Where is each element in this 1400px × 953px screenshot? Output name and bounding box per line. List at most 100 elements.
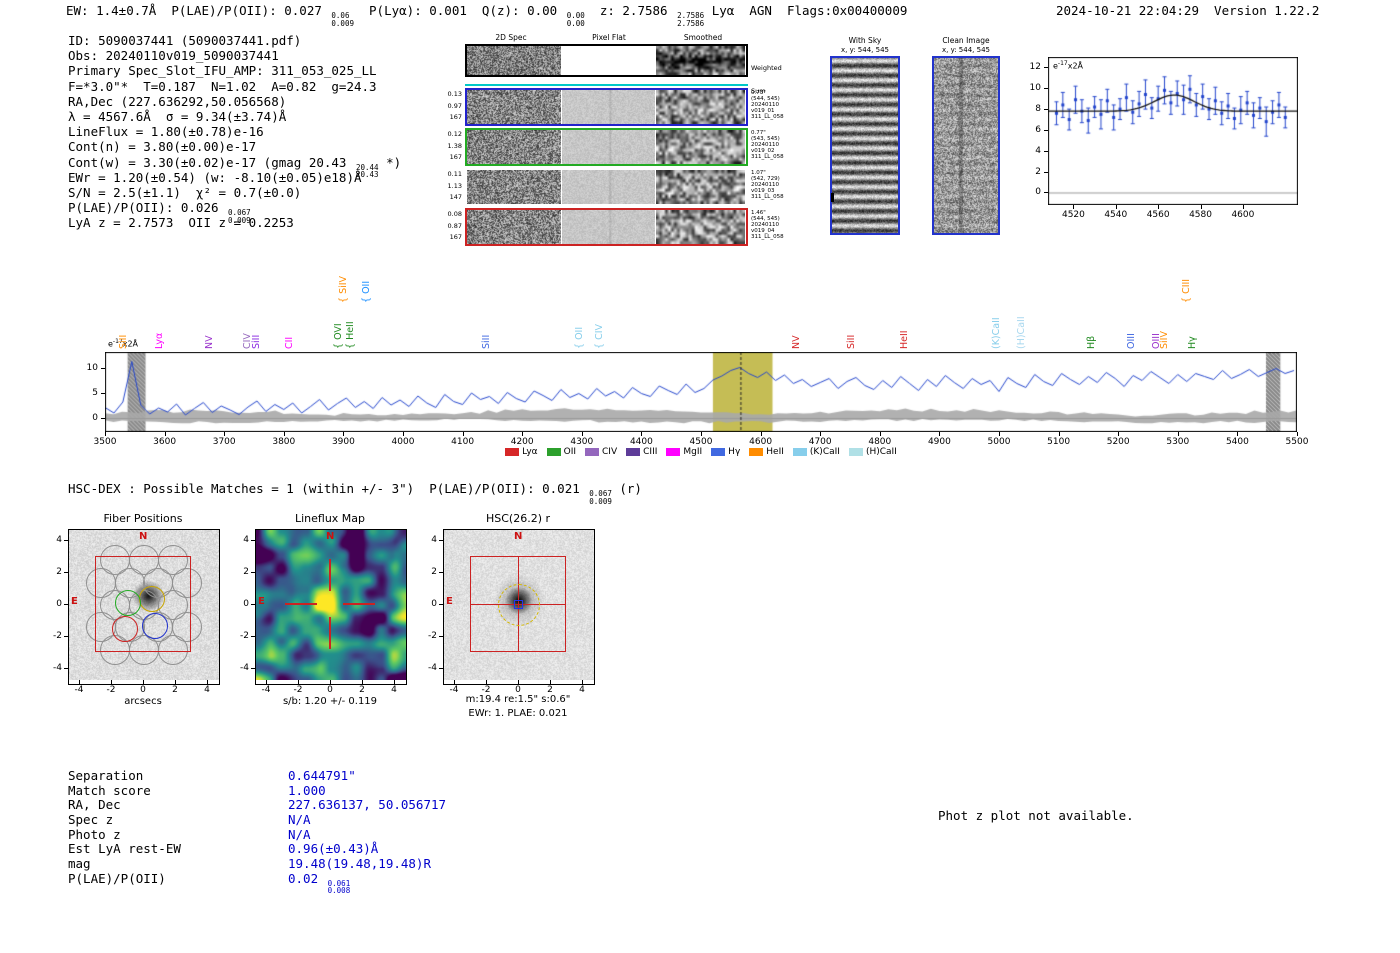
inset-y-tick-label: 2 [1035, 166, 1041, 177]
x-tick-label: 4200 [510, 437, 534, 447]
x-tick-label: 3500 [93, 437, 117, 447]
info-line: LineFlux = 1.80(±0.78)e-16 [68, 124, 401, 139]
legend-label: OII [563, 447, 577, 457]
emission-line-label: HeII [899, 330, 911, 349]
inset-y-tick-label: 8 [1035, 104, 1041, 115]
cutout-y-tick [439, 604, 443, 605]
spec2d-row-weights: 0.13 0.97 167 [438, 89, 462, 124]
x-tick-label: 4000 [391, 437, 415, 447]
spec2d-row-segment [467, 130, 561, 164]
x-tick-label: 3900 [331, 437, 355, 447]
photz-note: Phot z plot not available. [938, 808, 1134, 823]
hsc-caption-1: m:19.4 re:1.5" s:0.6" [465, 694, 571, 705]
spec2d-row-segment [562, 130, 655, 164]
cutout-y-tick [64, 636, 68, 637]
spec2d-col-header-smoothed: Smoothed [683, 33, 723, 42]
x-tick [1177, 432, 1179, 436]
emission-line-label: { SiIV [338, 275, 350, 303]
match-row-label: Est LyA rest-EW [68, 841, 181, 857]
x-tick [522, 432, 524, 436]
x-tick [105, 432, 106, 436]
y-tick [101, 418, 105, 419]
x-tick [1297, 432, 1298, 436]
spec2d-cyan-divider [465, 84, 748, 86]
spec2d-row-segment [562, 170, 655, 204]
cutout-x-tick [298, 680, 299, 684]
weight-value: 1.13 [447, 181, 462, 190]
x-tick-label: 5200 [1106, 437, 1130, 447]
x-tick-label: 4700 [808, 437, 832, 447]
legend-item: Hγ [711, 447, 740, 457]
crosshair-segment [343, 603, 375, 605]
summary-header-line: EW: 1.4±0.7Å P(LAE)/P(OII): 0.027 0.06 0.… [66, 3, 907, 27]
stacked-fraction: 0.06 0.009 [331, 12, 354, 27]
cutout-y-tick-label: -4 [240, 663, 249, 673]
legend-label: CIV [602, 447, 618, 457]
inset-x-tick-label: 4580 [1189, 210, 1212, 220]
x-tick [224, 432, 226, 436]
y-tick-label: 5 [92, 388, 98, 398]
emission-line-label: NV [203, 335, 215, 349]
cutout-y-tick-label: -4 [53, 663, 62, 673]
info-line: P(LAE)/P(OII): 0.026 0.067 0.009 [68, 200, 401, 224]
emission-line-label: Lyα [154, 332, 166, 349]
spec2d-row-segment [467, 90, 561, 124]
spec2d-fiber-row [465, 128, 748, 166]
legend-label: CIII [643, 447, 658, 457]
cutout-x-tick [454, 680, 455, 684]
cutout-y-tick-label: -4 [428, 663, 437, 673]
spec2d-row-meta: 1.46" (544, 545) 20240110 v019_04 311_LL_058 [751, 210, 784, 240]
emission-line-label: SiII [481, 334, 493, 349]
fraction-lower: 0.009 [331, 18, 354, 28]
legend-label: Lyα [522, 447, 538, 457]
text-segment: HSC-DEX : Possible Matches = 1 (within +… [68, 481, 588, 496]
clean-image [934, 58, 998, 233]
north-indicator: N [139, 531, 148, 542]
cutout-y-tick-label: -2 [428, 631, 437, 641]
legend-swatch [546, 448, 561, 456]
match-row-value: 227.636137, 50.056717 [288, 797, 447, 813]
inset-x-tick [1115, 205, 1117, 209]
match-row-value: N/A [288, 811, 311, 827]
x-tick-label: 5400 [1225, 437, 1249, 447]
spec2d-col-header-pixelflat: Pixel Flat [592, 33, 626, 42]
cutout-y-tick [251, 540, 255, 541]
spec2d-row-segment [656, 90, 745, 124]
inset-x-tick [1200, 205, 1202, 209]
text-segment: z: 2.7586 [584, 3, 676, 18]
cutout-x-tick-label: 4 [579, 685, 585, 695]
emission-line-label: NV [791, 335, 803, 349]
spec2d-fiber-row [465, 208, 748, 246]
cutout-x-tick [111, 680, 112, 684]
x-tick [999, 432, 1000, 436]
match-row-label: Match score [68, 782, 151, 798]
match-row-label: Separation [68, 768, 144, 783]
cutout-x-tick-label: -2 [481, 685, 491, 695]
spec2d-weighted-segment [467, 46, 561, 75]
spec2d-row-meta: 1.07" (542, 729) 20240110 v019_03 311_LL_058 [751, 170, 784, 200]
cutout-x-tick [175, 680, 176, 684]
legend-swatch [626, 448, 641, 456]
cutout-x-tick [362, 680, 363, 684]
cutout-y-tick-label: 2 [243, 567, 249, 577]
emission-line-label: { OVI [332, 323, 344, 349]
x-tick [760, 432, 762, 436]
emission-line-label: { OII [574, 326, 586, 349]
legend-label: (H)CaII [865, 447, 897, 457]
x-tick-label: 4100 [451, 437, 475, 447]
inset-y-tick [1044, 192, 1048, 194]
cutout-y-tick [439, 572, 443, 573]
cutout-y-tick-label: 2 [56, 567, 62, 577]
with-sky-panel [830, 56, 900, 235]
inset-y-tick [1044, 129, 1048, 131]
x-tick-label: 5000 [987, 437, 1011, 447]
weight-value: 147 [449, 193, 462, 201]
x-tick-label: 3800 [272, 437, 296, 447]
inset-x-tick [1073, 205, 1075, 209]
text-segment: LineFlux = 1.80(±0.78)e-16 [68, 124, 264, 140]
x-tick [701, 432, 702, 436]
cutout-y-tick-label: 4 [431, 535, 437, 545]
legend-item: (H)CaII [848, 447, 897, 457]
spec2d-row-meta: 0.77" (543, 545) 20240110 v019_02 311_LL_058 [751, 130, 784, 160]
inset-x-tick [1158, 205, 1160, 209]
